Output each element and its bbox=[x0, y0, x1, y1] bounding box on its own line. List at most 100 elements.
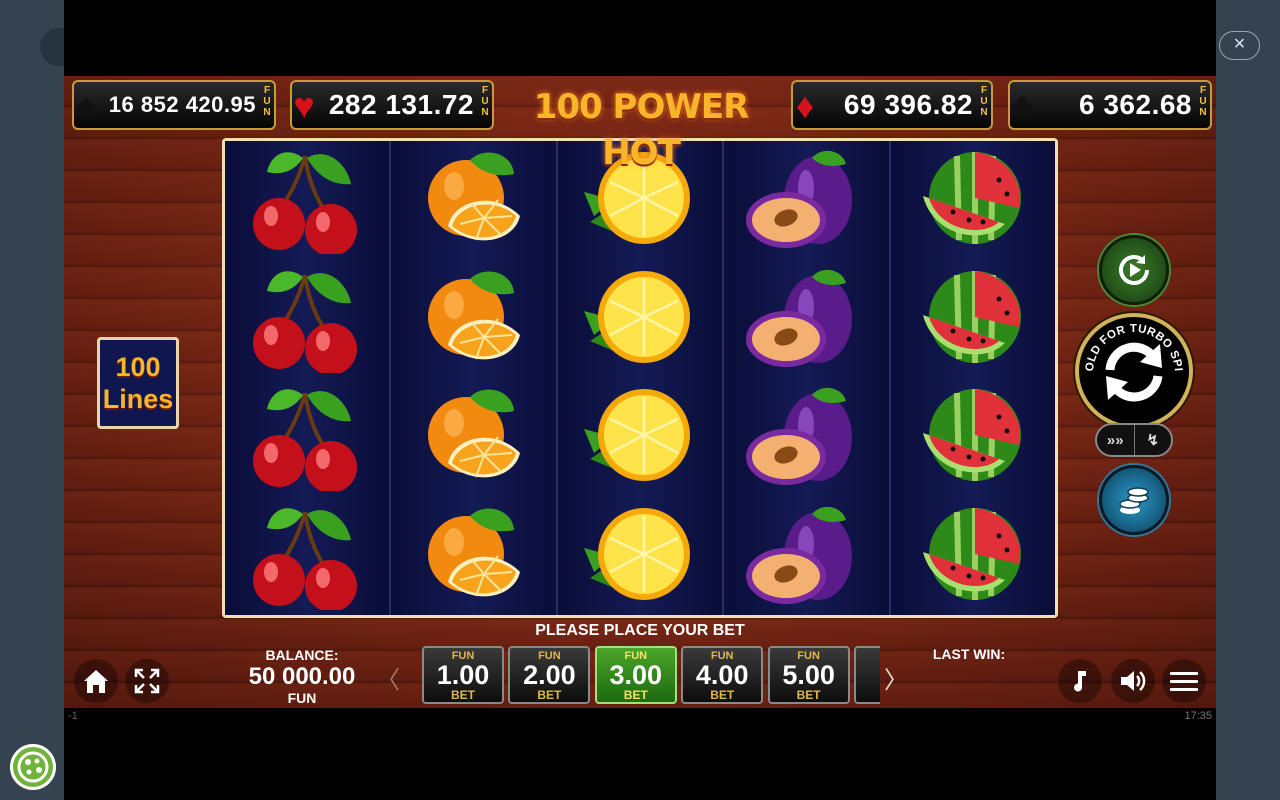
status-left: -1 bbox=[68, 710, 78, 722]
jackpot-value: 282 131.72 bbox=[328, 89, 474, 120]
place-bet-message: PLEASE PLACE YOUR BET bbox=[535, 622, 745, 639]
bet-prev-button[interactable]: 〈 bbox=[376, 660, 400, 695]
autoplay-icon bbox=[1119, 255, 1149, 285]
jackpot-spade: ♠ 16 852 420.95 FUN bbox=[72, 80, 276, 130]
bet-label: BET bbox=[451, 688, 475, 702]
balance-display: BALANCE: 50 000.00 FUN bbox=[242, 646, 362, 706]
cherry-symbol bbox=[225, 260, 389, 379]
last-win-label: LAST WIN: bbox=[932, 646, 1006, 662]
bet-coins-button[interactable] bbox=[1099, 465, 1169, 535]
close-button[interactable]: × bbox=[1219, 31, 1260, 60]
cherry-symbol bbox=[225, 497, 389, 616]
watermelon-symbol bbox=[891, 141, 1055, 260]
menu-button[interactable] bbox=[1162, 659, 1206, 703]
plum-symbol bbox=[724, 378, 888, 497]
cookie-icon bbox=[17, 751, 49, 783]
sound-button[interactable] bbox=[1111, 659, 1155, 703]
bet-label: BET bbox=[710, 688, 735, 702]
bet-value: 5.00 bbox=[782, 660, 835, 690]
game-frame: ♠ 16 852 420.95 FUN ♥ 282 131.72 FUN ♦ 6… bbox=[64, 0, 1216, 800]
jackpot-club: ♣ 6 362.68 FUN bbox=[1008, 80, 1212, 130]
music-icon bbox=[1074, 671, 1086, 692]
reel-5 bbox=[890, 141, 1056, 616]
jackpot-currency: FUN bbox=[263, 85, 271, 118]
orange-symbol bbox=[391, 378, 555, 497]
lines-badge: 100 Lines bbox=[97, 337, 179, 429]
plum-symbol bbox=[724, 497, 888, 616]
jackpot-value: 6 362.68 bbox=[1079, 89, 1192, 120]
bet-option-button[interactable]: FUN 2.00 BET bbox=[508, 646, 591, 704]
bet-label: BET bbox=[623, 688, 648, 702]
outer-background-left bbox=[0, 0, 64, 800]
coins-icon bbox=[1119, 487, 1149, 514]
bet-next-button[interactable]: 〉 bbox=[884, 660, 908, 695]
spin-icon bbox=[1105, 342, 1163, 402]
bet-value: 6 bbox=[856, 662, 880, 689]
bet-label: BET bbox=[796, 688, 821, 702]
bet-label: BET bbox=[537, 688, 562, 702]
turbo-icon[interactable]: ↯ bbox=[1133, 425, 1172, 455]
watermelon-symbol bbox=[891, 497, 1055, 616]
cherry-symbol bbox=[225, 141, 389, 260]
lines-label: Lines bbox=[102, 384, 174, 414]
bet-value: 1.00 bbox=[436, 660, 490, 690]
jackpot-value: 16 852 420.95 bbox=[108, 92, 256, 117]
watermelon-symbol bbox=[891, 260, 1055, 379]
orange-symbol bbox=[391, 260, 555, 379]
jackpot-heart: ♥ 282 131.72 FUN bbox=[290, 80, 494, 130]
spade-icon: ♠ bbox=[76, 85, 96, 126]
cookie-settings-button[interactable] bbox=[10, 744, 56, 790]
fast-forward-icon[interactable]: »» bbox=[1097, 425, 1134, 455]
turbo-toggle[interactable]: »» ↯ bbox=[1095, 423, 1173, 457]
orange-symbol bbox=[391, 141, 555, 260]
reel-4 bbox=[724, 141, 891, 616]
home-button[interactable] bbox=[74, 659, 118, 703]
bet-option-button[interactable]: FUN 4.00 BET bbox=[681, 646, 764, 704]
outer-background-right bbox=[1216, 0, 1280, 800]
status-bar bbox=[64, 708, 1216, 728]
autoplay-button[interactable] bbox=[1099, 235, 1169, 305]
close-icon: × bbox=[1233, 33, 1246, 55]
plum-symbol bbox=[724, 141, 888, 260]
balance-label: BALANCE: bbox=[265, 647, 339, 663]
bet-option-button[interactable]: FUN6BET bbox=[854, 646, 880, 704]
jackpot-currency: FUN bbox=[980, 85, 988, 118]
reel-1 bbox=[225, 141, 392, 616]
bet-label: BET bbox=[856, 689, 880, 702]
cherry-symbol bbox=[225, 378, 389, 497]
bet-currency: FUN bbox=[856, 650, 880, 662]
diamond-icon: ♦ bbox=[795, 85, 815, 126]
lemon-symbol bbox=[558, 497, 722, 616]
game-logo: 100 POWER HOT bbox=[533, 87, 750, 173]
fullscreen-button[interactable] bbox=[125, 659, 169, 703]
home-icon bbox=[84, 670, 108, 693]
bet-value: 2.00 bbox=[523, 660, 576, 690]
bet-option-button[interactable]: FUN 5.00 BET bbox=[767, 646, 850, 704]
lines-number: 100 bbox=[115, 352, 161, 382]
bet-option-button[interactable]: FUN 3.00 BET bbox=[594, 646, 677, 704]
fullscreen-icon bbox=[134, 668, 160, 694]
plum-symbol bbox=[724, 260, 888, 379]
reel-3 bbox=[557, 141, 725, 616]
bet-selector: FUN 1.00 BET FUN 2.00 BET FUN 3.00 BET FUN 4.00 BET… bbox=[422, 645, 880, 705]
bet-value: 4.00 bbox=[695, 660, 749, 690]
reels-area bbox=[222, 138, 1058, 618]
menu-icon bbox=[1170, 672, 1198, 691]
speaker-icon bbox=[1121, 671, 1146, 691]
balance-value: 50 000.00 bbox=[248, 663, 356, 690]
balance-currency: FUN bbox=[287, 690, 317, 706]
clock: 17:35 bbox=[1184, 710, 1212, 722]
jackpot-diamond: ♦ 69 396.82 FUN bbox=[791, 80, 993, 130]
lemon-symbol bbox=[558, 378, 722, 497]
music-button[interactable] bbox=[1058, 659, 1102, 703]
club-icon: ♣ bbox=[1010, 85, 1034, 126]
bet-option-button[interactable]: FUN 1.00 BET bbox=[422, 646, 504, 704]
heart-icon: ♥ bbox=[293, 85, 315, 126]
bet-value: 3.00 bbox=[609, 660, 663, 690]
orange-symbol bbox=[391, 497, 555, 616]
spin-button[interactable]: HOLD FOR TURBO SPIN bbox=[1075, 313, 1193, 429]
watermelon-symbol bbox=[891, 378, 1055, 497]
jackpot-currency: FUN bbox=[1199, 85, 1207, 118]
lemon-symbol bbox=[558, 260, 722, 379]
reel-2 bbox=[391, 141, 558, 616]
